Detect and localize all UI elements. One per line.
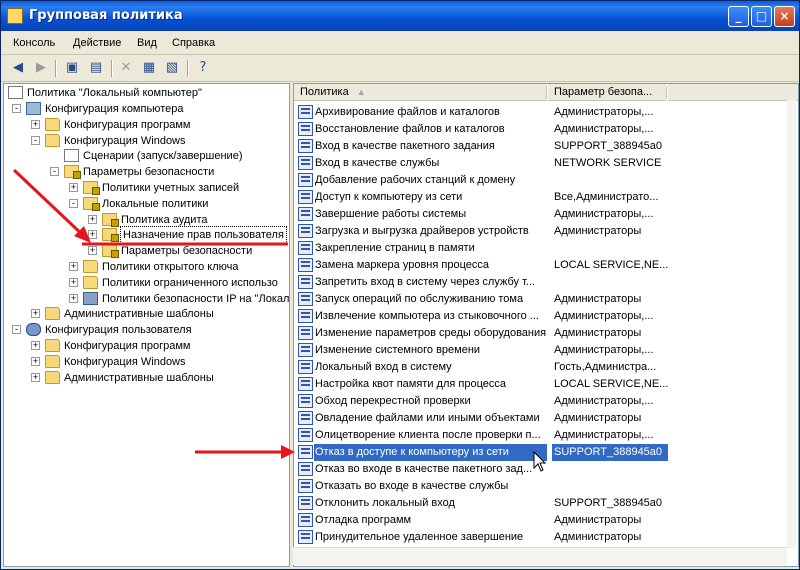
annotation-arrow-tree [12,168,88,240]
annotation-arrowhead-list [281,445,295,459]
annotation-overlay [12,168,547,472]
mouse-cursor-icon [533,450,547,472]
